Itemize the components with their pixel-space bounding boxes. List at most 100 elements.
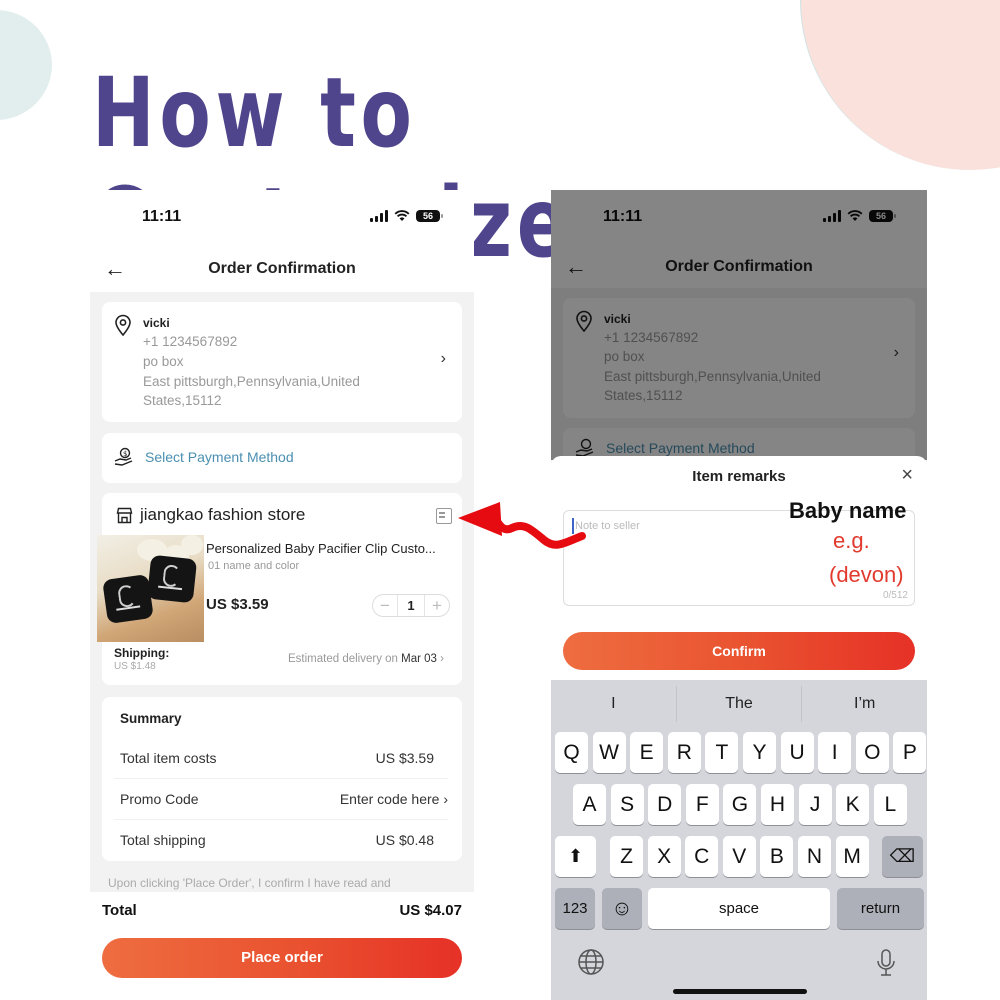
address-card[interactable]: vicki +1 1234567892 po box East pittsbur… [102,302,462,422]
summary-row-label: Total item costs [120,750,217,766]
red-arrow-pointer [458,502,586,549]
total-value: US $4.07 [399,902,462,919]
address-name: vicki [143,316,170,330]
return-key[interactable]: return [837,888,924,929]
item-remarks-edit-icon[interactable] [436,508,452,524]
key-j[interactable]: J [798,784,832,825]
suggestion-item[interactable]: I’m [802,686,927,722]
chevron-right-icon: › [440,653,444,665]
annotation-baby-name: Baby name [789,498,907,523]
key-f[interactable]: F [685,784,719,825]
sheet-title: Item remarks [692,468,786,485]
key-c[interactable]: C [685,836,719,877]
place-order-button[interactable]: Place order [102,938,462,978]
battery-icon: 56 [416,210,443,222]
key-o[interactable]: O [855,732,889,773]
key-y[interactable]: Y [743,732,776,773]
key-e[interactable]: E [630,732,664,773]
summary-title: Summary [120,711,182,726]
annotation-example: (devon) [829,562,904,587]
numbers-key[interactable]: 123 [555,888,595,929]
key-g[interactable]: G [723,784,757,825]
summary-card: Summary Total item costs US $3.59 Promo … [102,697,462,861]
suggestion-item[interactable]: I [551,686,677,722]
key-u[interactable]: U [780,732,814,773]
key-k[interactable]: K [836,784,870,825]
decorative-circle-right [800,0,1000,170]
modal-overlay[interactable] [551,190,927,460]
page-title: Order Confirmation [208,260,356,277]
summary-row-label: Total shipping [120,832,206,848]
address-line-2: East pittsburgh,Pennsylvania,United [143,374,360,389]
address-line-1: po box [143,354,184,369]
space-key[interactable]: space [648,888,830,929]
nav-bar: ← Order Confirmation [90,252,474,292]
payment-hand-coin-icon: $ [114,447,133,466]
emoji-key[interactable]: ☺ [602,888,642,929]
key-z[interactable]: Z [610,836,643,877]
phone-item-remarks: 11:11 56 ← Order Confirmation vicki +1 1… [551,190,927,1000]
store-name[interactable]: jiangkao fashion store [140,505,305,525]
total-label: Total [102,902,137,919]
summary-row-label: Promo Code [120,791,199,807]
character-counter: 0/512 [882,590,908,601]
eta-date: Mar 03 [401,653,437,665]
key-v[interactable]: V [722,836,756,877]
home-indicator [673,989,807,994]
increase-quantity-button[interactable]: + [425,595,449,616]
product-title[interactable]: Personalized Baby Pacifier Clip Custo... [206,541,454,556]
confirm-button[interactable]: Confirm [563,632,915,670]
microphone-icon[interactable] [875,948,897,978]
close-icon[interactable]: × [901,465,913,485]
key-n[interactable]: N [798,836,831,877]
estimated-delivery[interactable]: Estimated delivery on Mar 03 › [288,653,444,665]
shipping-label: Shipping: [114,646,170,660]
store-icon [116,507,133,524]
eta-prefix: Estimated delivery on [288,653,398,665]
summary-row-value: US $3.59 [375,750,434,766]
key-a[interactable]: A [573,784,606,825]
shipping-cost: US $1.48 [114,661,156,672]
product-image[interactable] [97,535,204,642]
keyboard: I The I’m QWERTYUIOP ASDFGHJKL ⬆ ⌫ ZXCVB… [551,680,927,1000]
key-s[interactable]: S [610,784,644,825]
backspace-key[interactable]: ⌫ [882,836,923,877]
key-row-4: 123 ☺ space return [551,888,927,929]
key-p[interactable]: P [893,732,927,773]
key-h[interactable]: H [761,784,794,825]
quantity-value[interactable]: 1 [397,595,425,616]
key-row-2: ASDFGHJKL [551,784,927,825]
location-pin-icon [115,314,131,336]
key-w[interactable]: W [592,732,626,773]
address-line-3: States,15112 [143,393,222,408]
key-d[interactable]: D [648,784,682,825]
key-r[interactable]: R [667,732,701,773]
summary-row-value: US $0.48 [375,832,434,848]
globe-icon[interactable] [577,948,605,976]
store-card: jiangkao fashion store Personalized Baby… [97,493,462,685]
product-price: US $3.59 [206,596,269,613]
key-t[interactable]: T [705,732,739,773]
annotation-eg: e.g. [833,528,870,553]
terms-text: Upon clicking 'Place Order', I confirm I… [108,876,391,890]
suggestion-item[interactable]: The [677,686,803,722]
key-x[interactable]: X [647,836,681,877]
key-row-3: ⬆ ⌫ ZXCVBNM [551,836,927,877]
decrease-quantity-button[interactable]: − [373,595,397,616]
promo-code-row[interactable]: Promo Code Enter code here › [114,779,448,820]
key-i[interactable]: I [818,732,852,773]
key-m[interactable]: M [835,836,869,877]
key-q[interactable]: Q [555,732,588,773]
wifi-icon [394,210,410,221]
phone-order-confirmation: 11:11 56 ← Order Confirmation vicki +1 1… [90,190,474,1000]
signal-icon [370,210,388,222]
select-payment-link[interactable]: Select Payment Method [145,449,294,465]
key-l[interactable]: L [873,784,907,825]
key-b[interactable]: B [760,836,794,877]
payment-method-card[interactable]: $ Select Payment Method [102,433,462,483]
note-to-seller-input[interactable]: Note to seller 0/512 [563,510,915,606]
status-bar: 11:11 56 [90,208,474,230]
promo-code-link[interactable]: Enter code here › [340,791,448,807]
item-remarks-sheet: Item remarks × Note to seller 0/512 Baby… [551,456,927,680]
shift-key[interactable]: ⬆ [555,836,596,877]
